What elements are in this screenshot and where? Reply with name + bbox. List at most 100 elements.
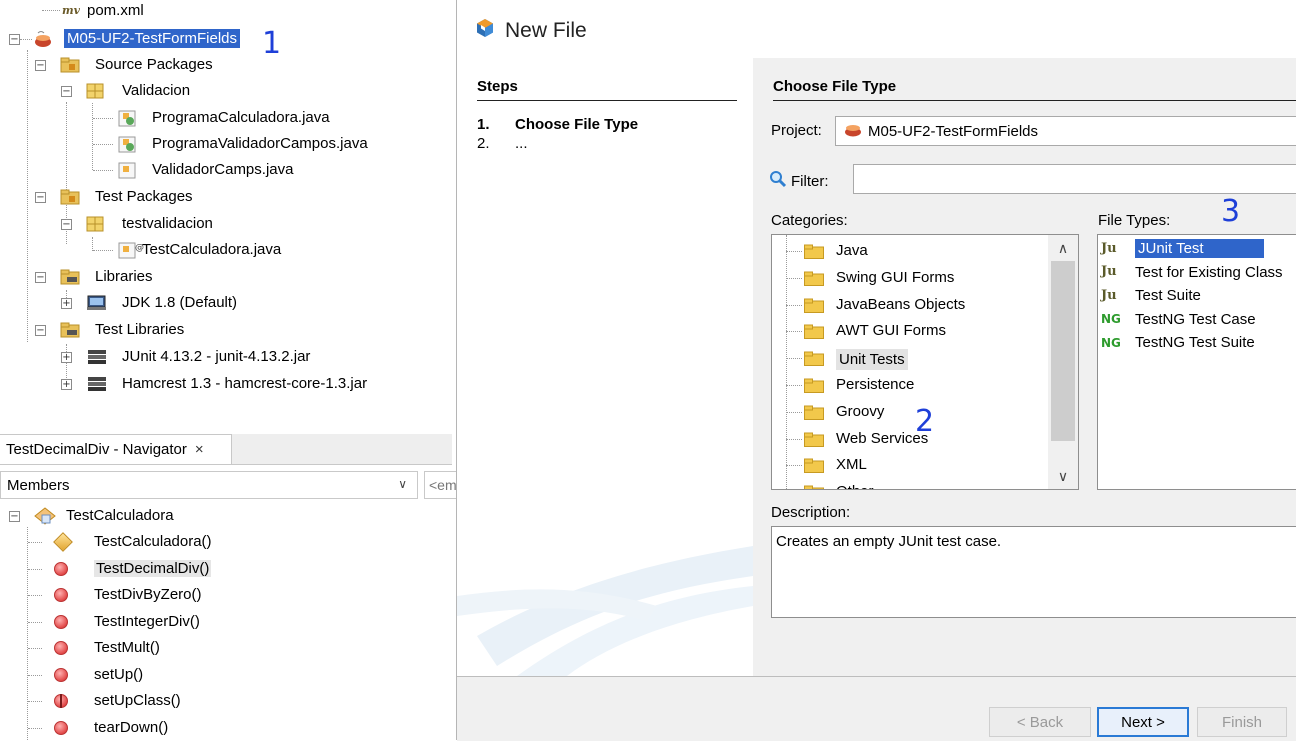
filetype-item[interactable]: NG TestNG Test Suite [1098,331,1255,354]
description-box: Creates an empty JUnit test case. [771,526,1296,618]
collapse-toggle[interactable]: − [35,60,46,71]
tree-connector [20,39,32,40]
tree-connector [28,648,42,649]
tree-connector [28,727,42,729]
filter-input[interactable] [853,164,1296,194]
tree-connector [42,10,60,11]
folder-icon [804,458,824,474]
category-label: Java [836,242,868,259]
libraries-folder-icon [60,322,80,338]
steps-pane: Steps 1. Choose File Type 2. ... [457,58,753,676]
method-icon [54,641,68,655]
tree-connector [786,251,802,252]
member-name: TestMult() [94,639,160,656]
scroll-up-icon[interactable]: ∧ [1048,235,1078,259]
tree-connector [786,304,802,306]
java-main-class-icon [118,135,136,153]
finish-button[interactable]: Finish [1197,707,1287,737]
filetype-item[interactable]: Ju Test for Existing Class [1098,261,1283,284]
close-icon[interactable]: × [195,441,204,458]
category-item[interactable]: Swing GUI Forms [772,265,1042,292]
tree-connector [28,701,42,702]
category-item[interactable]: Web Services [772,426,1042,453]
tree-connector [786,411,802,413]
scroll-down-icon[interactable]: ∨ [1048,465,1078,489]
category-item[interactable]: Other [772,479,1042,489]
tree-connector [28,542,42,543]
maven-file-icon: mvn [62,2,80,18]
annotation-1: 1 [262,26,282,61]
categories-list[interactable]: Java Swing GUI Forms JavaBeans Objects AWT … [771,234,1079,490]
navigator-tab-bar: TestDecimalDiv - Navigator × [0,434,452,465]
member-name: TestDecimalDiv() [94,559,212,577]
collapse-toggle[interactable]: − [9,34,20,45]
annotation-2: 2 [915,404,935,439]
next-button[interactable]: Next > [1097,707,1189,737]
collapse-toggle[interactable]: − [35,192,46,203]
tree-connector [93,118,113,119]
folder-icon [804,244,824,259]
annotation-3: 3 [1221,194,1241,229]
category-item[interactable]: Persistence [772,372,1042,399]
tree-guide-line [27,527,28,740]
category-item[interactable]: JavaBeans Objects [772,292,1042,319]
expand-toggle[interactable]: + [61,379,72,390]
step-label: Choose File Type [515,116,639,133]
members-dropdown[interactable]: Members ∨ [0,471,418,499]
scrollbar-thumb[interactable] [1051,261,1075,441]
filetype-item[interactable]: Ju Test Suite [1098,284,1201,307]
package-folder-icon [60,57,80,73]
category-label: Unit Tests [836,349,908,371]
tree-connector [93,250,113,251]
tab-navigator[interactable]: TestDecimalDiv - Navigator × [0,434,232,464]
back-button[interactable]: < Back [989,707,1091,737]
collapse-toggle[interactable]: − [35,272,46,283]
method-icon [54,561,68,576]
member-name: TestDivByZero() [94,586,202,603]
category-item[interactable]: Java [772,238,1042,265]
category-item[interactable]: Groovy [772,399,1042,426]
project-tree: mvn pom.xml − M05-UF2-TestFormFields − S… [0,0,452,425]
tree-item-label: Test Libraries [95,321,185,338]
tree-item-label: ProgramaCalculadora.java [152,109,330,126]
categories-scrollbar[interactable]: ∧ ∨ [1048,235,1078,489]
tree-item-pom[interactable]: mvn pom.xml [42,0,144,23]
filter-label: Filter: [769,170,829,192]
category-item[interactable]: XML [772,452,1042,479]
category-item[interactable]: AWT GUI Forms [772,318,1042,345]
tree-item-label: pom.xml [87,1,144,19]
step-1: 1. Choose File Type [477,116,638,133]
package-icon [86,83,104,99]
folder-icon [804,378,824,393]
constructor-icon [53,532,73,552]
tree-connector [786,438,802,440]
tree-item-label: ValidadorCamps.java [152,161,294,178]
dialog-title: New File [475,18,587,44]
expand-toggle[interactable]: + [61,298,72,309]
category-item[interactable]: Unit Tests [772,345,1042,372]
collapse-toggle[interactable]: − [61,86,72,97]
navigator-members-tree: − TestCalculadora TestCalculadora() TestD… [0,503,452,740]
filetype-item[interactable]: Ju JUnit Test [1098,237,1264,260]
libraries-folder-icon [60,269,80,285]
junit-icon: Ju [1101,240,1117,256]
description-label: Description: [771,504,851,521]
tree-guide-line [92,103,93,170]
folder-icon [804,432,824,447]
collapse-toggle[interactable]: − [9,511,20,522]
package-folder-icon [60,189,80,205]
tab-label: TestDecimalDiv - Navigator [6,441,187,458]
project-value: M05-UF2-TestFormFields [868,122,1039,140]
filetypes-list[interactable]: Ju JUnit Test Ju Test for Existing Class Ju T… [1097,234,1296,490]
tree-item-label: testvalidacion [122,215,213,232]
folder-icon [804,271,824,286]
expand-toggle[interactable]: + [61,352,72,363]
project-label: Project: [771,122,822,139]
collapse-toggle[interactable]: − [61,219,72,230]
testng-icon: NG [1101,335,1121,350]
collapse-toggle[interactable]: − [35,325,46,336]
filetype-item[interactable]: NG TestNG Test Case [1098,308,1256,331]
steps-heading: Steps [477,78,518,95]
project-combobox[interactable]: M05-UF2-TestFormFields [835,116,1296,146]
category-label: Groovy [836,402,885,420]
